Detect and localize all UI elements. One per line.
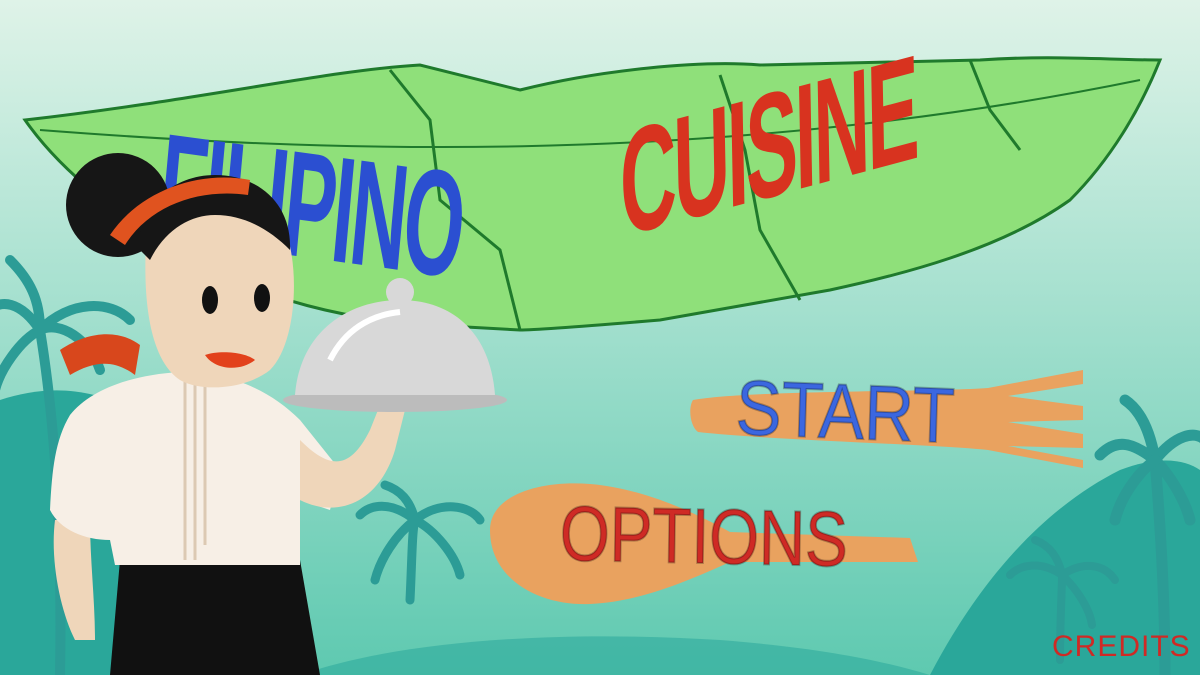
start-button[interactable]: START [688,360,1088,470]
credits-button[interactable]: CREDITS [1052,630,1191,664]
options-label: OPTIONS [558,488,849,584]
title-word-filipino: FILIPINO [152,101,470,310]
options-button[interactable]: OPTIONS [480,470,920,610]
main-menu-screen: FILIPINO CUISINE START OPTIONS CREDITS [0,0,1200,675]
start-label: START [734,362,957,460]
game-title: FILIPINO CUISINE [150,23,1070,310]
